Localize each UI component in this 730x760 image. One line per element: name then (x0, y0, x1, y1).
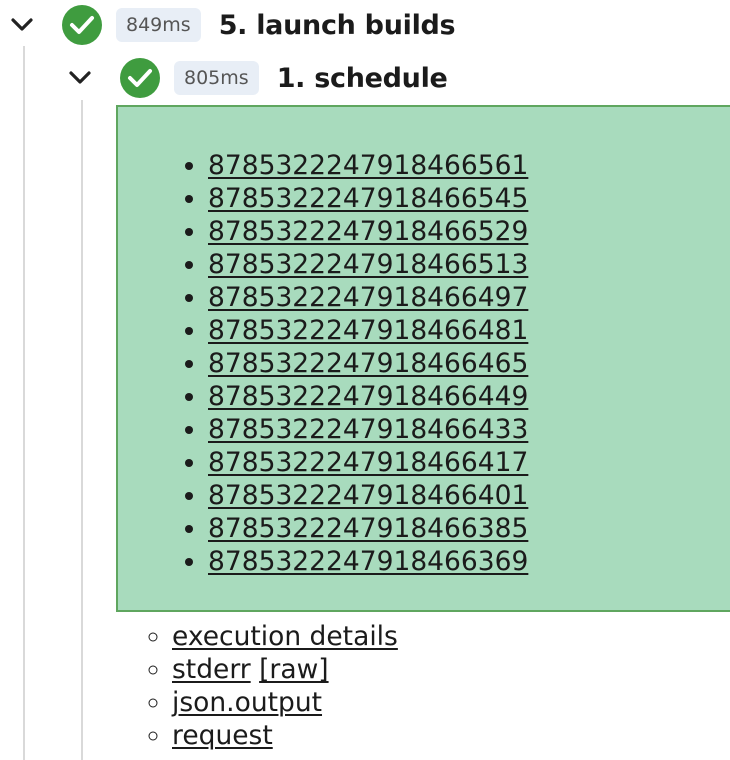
build-list-item: 8785322247918466465 (208, 347, 528, 380)
build-link[interactable]: 8785322247918466433 (208, 414, 528, 445)
build-list-item: 8785322247918466529 (208, 215, 528, 248)
build-list-item: 8785322247918466385 (208, 512, 528, 545)
build-link[interactable]: 8785322247918466385 (208, 513, 528, 544)
build-link[interactable]: 8785322247918466529 (208, 216, 528, 247)
chevron-down-icon[interactable] (10, 13, 34, 37)
step-links: execution details stderr [raw] json.outp… (0, 620, 398, 752)
list-item: json.output (172, 686, 398, 719)
build-list-item: 8785322247918466497 (208, 281, 528, 314)
build-list-item: 8785322247918466545 (208, 182, 528, 215)
build-list-item: 8785322247918466433 (208, 413, 528, 446)
check-circle-icon (62, 5, 102, 45)
build-list: 8785322247918466561878532224791846654587… (118, 149, 528, 578)
stderr-link[interactable]: stderr (172, 654, 251, 685)
build-link[interactable]: 8785322247918466497 (208, 282, 528, 313)
step-header: 849ms 5. launch builds (10, 5, 456, 45)
build-list-item: 8785322247918466449 (208, 380, 528, 413)
build-list-item: 8785322247918466561 (208, 149, 528, 182)
build-list-item: 8785322247918466481 (208, 314, 528, 347)
build-link[interactable]: 8785322247918466401 (208, 480, 528, 511)
build-link[interactable]: 8785322247918466545 (208, 183, 528, 214)
duration-badge: 805ms (174, 61, 259, 95)
step-summary-box: 8785322247918466561878532224791846654587… (116, 105, 730, 612)
check-circle-icon (120, 58, 160, 98)
build-link[interactable]: 8785322247918466449 (208, 381, 528, 412)
build-link[interactable]: 8785322247918466369 (208, 546, 528, 577)
chevron-down-icon[interactable] (68, 66, 92, 90)
build-list-item: 8785322247918466417 (208, 446, 528, 479)
build-link[interactable]: 8785322247918466561 (208, 150, 528, 181)
execution-details-link[interactable]: execution details (172, 621, 398, 652)
build-list-item: 8785322247918466401 (208, 479, 528, 512)
json-output-link[interactable]: json.output (172, 687, 322, 718)
stderr-raw-link[interactable]: [raw] (259, 654, 329, 685)
list-item: execution details (172, 620, 398, 653)
build-list-item: 8785322247918466369 (208, 545, 528, 578)
build-link[interactable]: 8785322247918466481 (208, 315, 528, 346)
build-link[interactable]: 8785322247918466465 (208, 348, 528, 379)
build-link[interactable]: 8785322247918466513 (208, 249, 528, 280)
list-item: request (172, 719, 398, 752)
request-link[interactable]: request (172, 720, 273, 751)
step-title: 5. launch builds (218, 9, 456, 41)
substep-header: 805ms 1. schedule (68, 58, 448, 98)
substep-title: 1. schedule (276, 62, 448, 94)
duration-badge: 849ms (116, 8, 201, 42)
list-item: stderr [raw] (172, 653, 398, 686)
build-link[interactable]: 8785322247918466417 (208, 447, 528, 478)
build-list-item: 8785322247918466513 (208, 248, 528, 281)
